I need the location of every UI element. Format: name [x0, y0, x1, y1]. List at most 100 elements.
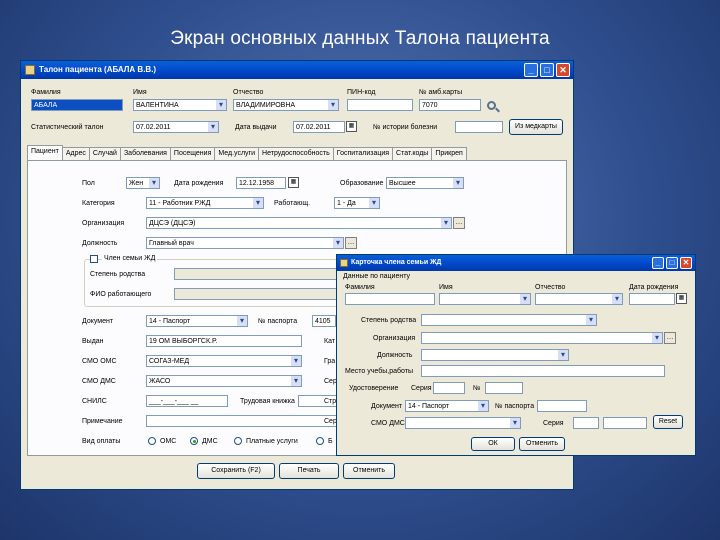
kin-label: Степень родства	[90, 271, 146, 278]
family-close-icon[interactable]: ✕	[680, 257, 692, 269]
calendar-icon[interactable]: ▦	[346, 121, 357, 132]
tab-patient[interactable]: Пациент	[27, 145, 63, 160]
family-org-combo[interactable]	[421, 332, 663, 344]
snils-field[interactable]: ___-___-___ __	[146, 395, 228, 407]
organization-browse-button[interactable]: …	[453, 217, 465, 229]
pay-paid-label: Платные услуги	[246, 438, 298, 445]
family-kin-label: Степень родства	[361, 317, 417, 324]
passport-label: № паспорта	[258, 318, 298, 325]
family-member-checkbox[interactable]	[90, 255, 98, 263]
tab-hospitalization[interactable]: Госпитализация	[332, 147, 394, 160]
name-combo[interactable]: ВАЛЕНТИНА	[133, 99, 227, 111]
family-policy-series-label: Серия	[543, 420, 564, 427]
family-cancel-button[interactable]: Отменить	[519, 437, 565, 451]
family-passport-field[interactable]	[537, 400, 587, 412]
minimize-icon[interactable]: _	[524, 63, 538, 77]
sex-combo[interactable]: Жен	[126, 177, 160, 189]
pay-other-label: Б	[328, 438, 333, 445]
category-label: Категория	[82, 200, 115, 207]
smo-dms-label: СМО ДМС	[82, 378, 116, 385]
slide-title: Экран основных данных Талона пациента	[170, 28, 550, 49]
tab-diseases[interactable]: Заболевания	[119, 147, 171, 160]
issue-date-field[interactable]: 07.02.2011	[293, 121, 345, 133]
kin-field[interactable]	[174, 268, 344, 280]
pay-other-radio[interactable]	[316, 437, 324, 445]
cut-label-2: Гра	[324, 358, 336, 365]
family-surname-field[interactable]	[345, 293, 435, 305]
family-maximize-icon[interactable]: □	[666, 257, 678, 269]
birth-calendar-icon[interactable]: ▦	[288, 177, 299, 188]
family-cert-series-field[interactable]	[433, 382, 465, 394]
issue-label: Дата выдачи	[235, 124, 277, 131]
family-reset-button[interactable]: Reset	[653, 415, 683, 429]
pay-dms-radio[interactable]	[190, 437, 198, 445]
family-job-label: Место учебы,работы	[345, 368, 413, 375]
working-combo[interactable]: 1 - Да	[334, 197, 380, 209]
save-button[interactable]: Сохранить (F2)	[197, 463, 275, 479]
family-patronymic-combo[interactable]	[535, 293, 623, 305]
family-cert-number-label: №	[473, 385, 481, 392]
tab-stat-codes[interactable]: Стат.коды	[392, 147, 433, 160]
patronymic-combo[interactable]: ВЛАДИМИРОВНА	[233, 99, 339, 111]
post-combo[interactable]: Главный врач	[146, 237, 344, 249]
organization-combo[interactable]: ДЦСЭ (ДЦСЭ)	[146, 217, 452, 229]
maximize-icon[interactable]: □	[540, 63, 554, 77]
family-cert-number-field[interactable]	[485, 382, 523, 394]
family-post-combo[interactable]	[421, 349, 569, 361]
history-field[interactable]	[455, 121, 503, 133]
cut-label-5: Стр	[324, 398, 337, 405]
category-combo[interactable]: 11 - Работник РЖД	[146, 197, 264, 209]
post-label: Должность	[82, 240, 118, 247]
family-card-title: Карточка члена семьи ЖД	[351, 259, 442, 266]
family-kin-combo[interactable]	[421, 314, 597, 326]
passport-field[interactable]: 4105	[312, 315, 336, 327]
tab-case[interactable]: Случай	[88, 147, 121, 160]
smo-dms-combo[interactable]: ЖАСО	[146, 375, 302, 387]
family-smo-combo[interactable]	[405, 417, 521, 429]
tab-strip: Пациент Адрес Случай Заболевания Посещен…	[27, 145, 467, 160]
family-name-combo[interactable]	[439, 293, 531, 305]
education-combo[interactable]: Высшее	[386, 177, 464, 189]
family-passport-label: № паспорта	[495, 403, 535, 410]
pay-paid-radio[interactable]	[234, 437, 242, 445]
note-label: Примечание	[82, 418, 123, 425]
family-doc-combo[interactable]: 14 - Паспорт	[405, 400, 489, 412]
note-field[interactable]	[146, 415, 340, 427]
birth-date-field[interactable]: 12.12.1958	[236, 177, 286, 189]
family-ok-button[interactable]: ОК	[471, 437, 515, 451]
document-combo[interactable]: 14 - Паспорт	[146, 315, 248, 327]
pay-oms-radio[interactable]	[148, 437, 156, 445]
surname-label: Фамилия	[31, 89, 61, 96]
pin-field[interactable]	[347, 99, 413, 111]
family-policy-series-field[interactable]	[573, 417, 599, 429]
tab-attachment[interactable]: Прикреп	[431, 147, 467, 160]
search-icon[interactable]	[487, 101, 496, 110]
cancel-button[interactable]: Отменить	[343, 463, 395, 479]
close-icon[interactable]: ✕	[556, 63, 570, 77]
window-titlebar[interactable]: Талон пациента (АБАЛА В.В.) _ □ ✕	[21, 61, 573, 79]
tab-med-services[interactable]: Мед.услуги	[214, 147, 260, 160]
print-button[interactable]: Печать	[279, 463, 339, 479]
family-birth-field[interactable]	[629, 293, 675, 305]
smo-oms-combo[interactable]: СОГАЗ-МЕД	[146, 355, 302, 367]
family-org-browse-button[interactable]: …	[664, 332, 676, 344]
issued-field[interactable]: 19 ОМ ВЫБОРГСК.Р.	[146, 335, 302, 347]
card-field[interactable]: 7070	[419, 99, 481, 111]
name-label: Имя	[133, 89, 147, 96]
from-medcard-button[interactable]: Из медкарты	[509, 119, 563, 135]
tab-visits[interactable]: Посещения	[169, 147, 216, 160]
surname-field[interactable]: АБАЛА	[31, 99, 123, 111]
family-policy-number-field[interactable]	[603, 417, 647, 429]
app-icon	[25, 65, 35, 75]
family-card-titlebar[interactable]: Карточка члена семьи ЖД _ □ ✕	[337, 255, 695, 271]
family-job-field[interactable]	[421, 365, 665, 377]
worker-name-field[interactable]	[174, 288, 344, 300]
tab-disability[interactable]: Нетрудоспособность	[258, 147, 334, 160]
family-name-label: Имя	[439, 284, 453, 291]
stat-combo[interactable]: 07.02.2011	[133, 121, 219, 133]
post-browse-button[interactable]: …	[345, 237, 357, 249]
family-minimize-icon[interactable]: _	[652, 257, 664, 269]
family-cert-label: Удостоверение	[349, 385, 399, 392]
family-calendar-icon[interactable]: ▦	[676, 293, 687, 304]
tab-address[interactable]: Адрес	[61, 147, 90, 160]
